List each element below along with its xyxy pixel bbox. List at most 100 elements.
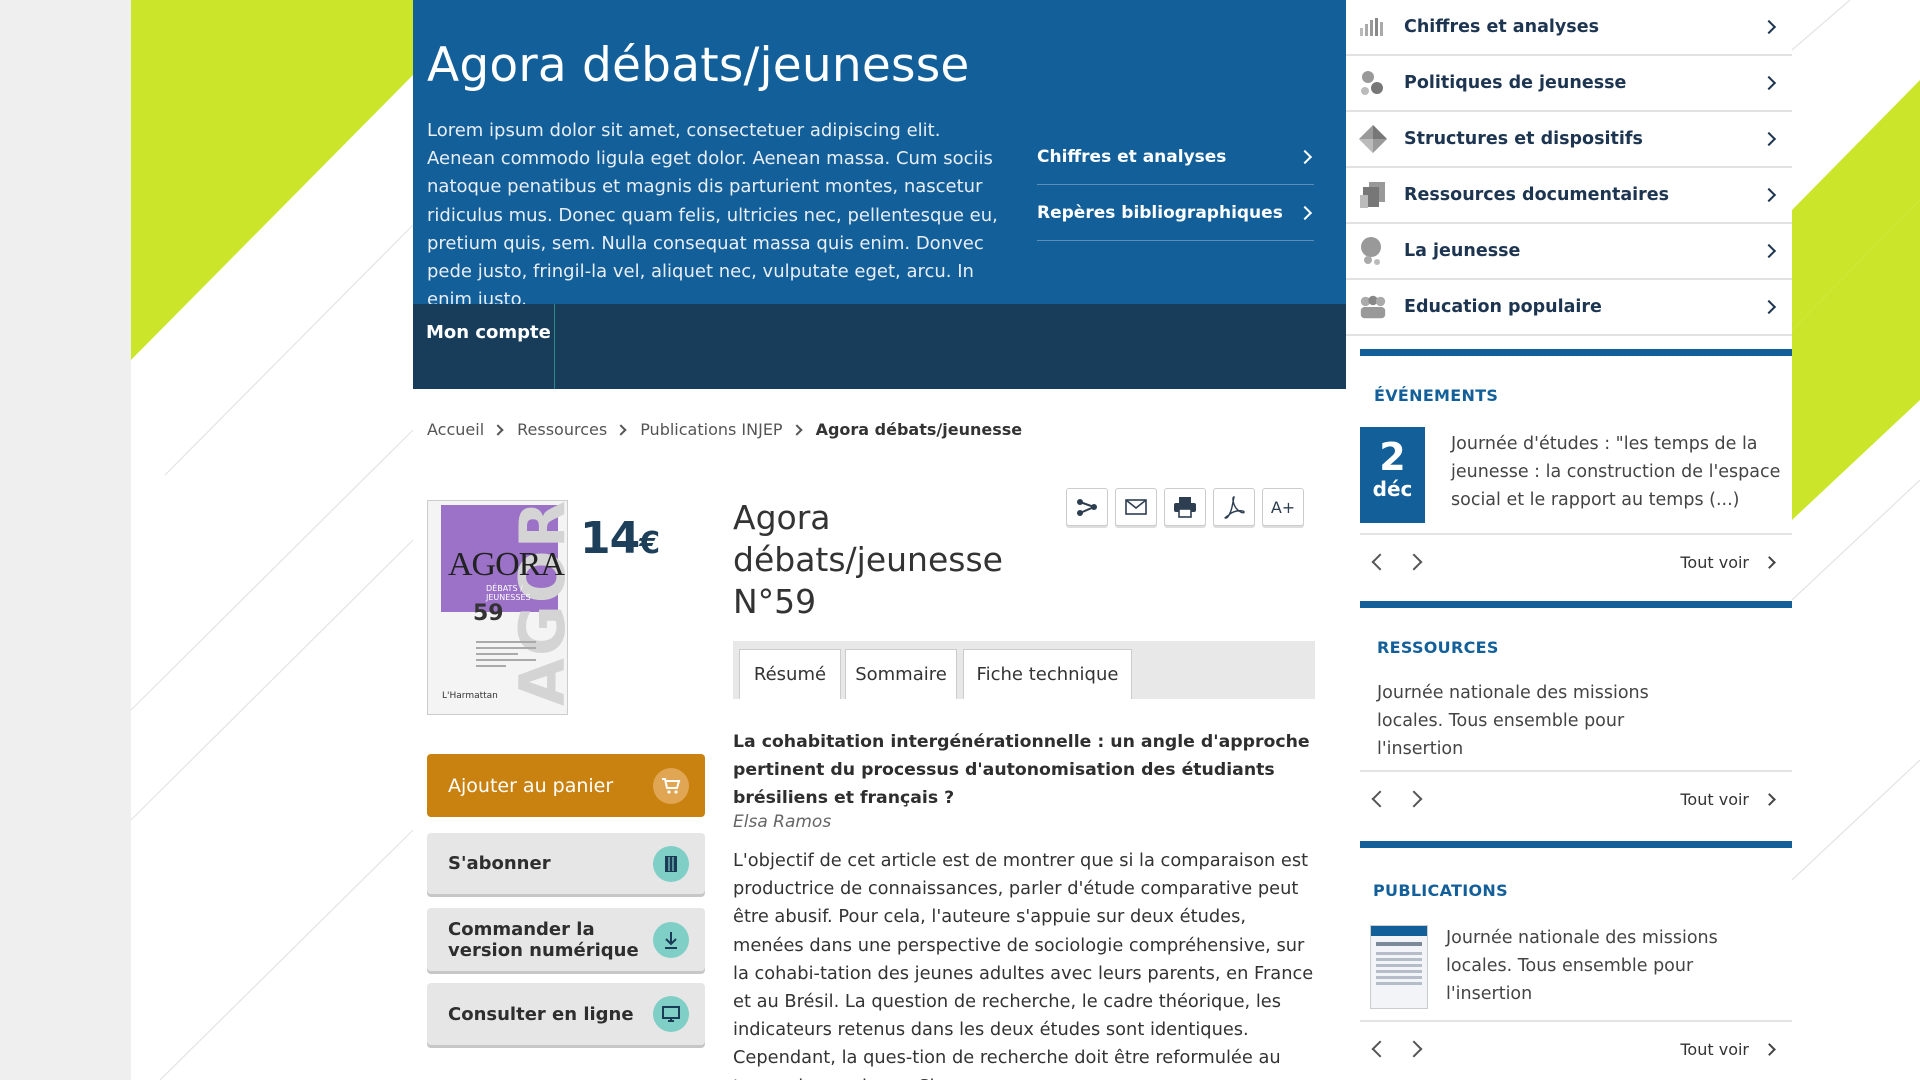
tab-label: Fiche technique bbox=[976, 664, 1119, 685]
previous-arrow-icon[interactable] bbox=[1371, 553, 1389, 571]
cover-ghost-title: AGORA bbox=[506, 500, 568, 706]
chevron-right-icon bbox=[492, 423, 504, 436]
sidebar-item-education[interactable]: Education populaire bbox=[1346, 280, 1792, 336]
next-arrow-icon[interactable] bbox=[1405, 1040, 1423, 1058]
print-icon[interactable] bbox=[1164, 488, 1206, 526]
my-account-link[interactable]: Mon compte bbox=[413, 304, 555, 389]
documents-icon bbox=[1358, 180, 1388, 210]
sidebar-item-chiffres[interactable]: Chiffres et analyses bbox=[1346, 0, 1792, 56]
order-digital-label: Commander la version numérique bbox=[448, 919, 639, 961]
page-title: Agora débats/jeunesse bbox=[427, 38, 970, 93]
article-author: Elsa Ramos bbox=[733, 812, 832, 832]
price-value: 14 bbox=[580, 513, 640, 564]
add-to-cart-button[interactable]: Ajouter au panier bbox=[427, 754, 705, 817]
cover-title: AGORA bbox=[448, 546, 565, 583]
hero-link-label: Chiffres et analyses bbox=[1037, 146, 1227, 167]
book-cover[interactable]: AGORA AGORA DÉBATS / JEUNESSES 59 L'Harm… bbox=[427, 500, 568, 715]
article-title-number: N°59 bbox=[733, 582, 817, 621]
chevron-right-icon bbox=[790, 423, 803, 436]
mail-icon[interactable] bbox=[1115, 488, 1157, 526]
resources-panel: RESSOURCES Journée nationale des mission… bbox=[1360, 601, 1792, 826]
tab-sommaire[interactable]: Sommaire bbox=[845, 649, 957, 699]
order-digital-button[interactable]: Commander la version numérique bbox=[427, 908, 705, 971]
sidebar-item-label: Education populaire bbox=[1404, 297, 1602, 317]
cover-publisher: L'Harmattan bbox=[442, 691, 498, 701]
previous-arrow-icon[interactable] bbox=[1371, 790, 1389, 808]
chevron-right-icon bbox=[1763, 1042, 1776, 1056]
molecule-icon bbox=[1358, 68, 1388, 98]
add-to-cart-label: Ajouter au panier bbox=[448, 774, 614, 797]
price: 14€ bbox=[580, 513, 660, 564]
see-all-label: Tout voir bbox=[1680, 1039, 1749, 1059]
breadcrumb-publications[interactable]: Publications INJEP bbox=[640, 420, 782, 439]
resources-title: RESSOURCES bbox=[1377, 638, 1499, 657]
event-month: déc bbox=[1372, 477, 1413, 501]
pdf-icon[interactable] bbox=[1213, 488, 1255, 526]
article-title-line: débats/jeunesse bbox=[733, 540, 1003, 579]
event-date-badge[interactable]: 2 déc bbox=[1360, 427, 1425, 523]
article-title: Agora débats/jeunesse N°59 bbox=[733, 497, 1033, 623]
chevron-right-icon bbox=[1761, 243, 1777, 259]
subscribe-label: S'abonner bbox=[448, 853, 551, 874]
monitor-icon bbox=[653, 996, 689, 1032]
sidebar-item-label: Politiques de jeunesse bbox=[1404, 73, 1627, 93]
see-all-link[interactable]: Tout voir bbox=[1680, 553, 1776, 572]
chevron-right-icon bbox=[1297, 205, 1313, 220]
tab-resume[interactable]: Résumé bbox=[739, 649, 841, 699]
tab-label: Sommaire bbox=[855, 664, 947, 685]
previous-arrow-icon[interactable] bbox=[1371, 1040, 1389, 1058]
sidebar-item-label: La jeunesse bbox=[1404, 241, 1521, 261]
chevron-right-icon bbox=[1761, 299, 1777, 315]
chevron-right-icon bbox=[1761, 131, 1777, 147]
chevron-right-icon bbox=[615, 423, 627, 436]
sidebar-item-structures[interactable]: Structures et dispositifs bbox=[1346, 112, 1792, 168]
sidebar-item-label: Structures et dispositifs bbox=[1404, 129, 1643, 149]
article-heading: La cohabitation intergénérationnelle : u… bbox=[733, 732, 1310, 808]
next-arrow-icon[interactable] bbox=[1405, 790, 1423, 808]
navigation-bar: Mon compte bbox=[413, 304, 1346, 389]
see-all-link[interactable]: Tout voir bbox=[1680, 789, 1776, 809]
breadcrumb-resources[interactable]: Ressources bbox=[517, 420, 607, 439]
article-title-line: Agora bbox=[733, 498, 831, 537]
see-all-label: Tout voir bbox=[1680, 789, 1749, 809]
resources-footer: Tout voir bbox=[1360, 770, 1792, 826]
chevron-right-icon bbox=[1761, 187, 1777, 203]
share-icon[interactable] bbox=[1066, 488, 1108, 526]
sidebar-menu: Chiffres et analyses Politiques de jeune… bbox=[1346, 0, 1792, 336]
bar-chart-icon bbox=[1358, 12, 1388, 42]
sidebar-item-label: Ressources documentaires bbox=[1404, 185, 1670, 205]
sidebar-item-label: Chiffres et analyses bbox=[1404, 17, 1599, 37]
subscribe-button[interactable]: S'abonner bbox=[427, 833, 705, 894]
cart-icon bbox=[653, 767, 689, 804]
sidebar-item-politiques[interactable]: Politiques de jeunesse bbox=[1346, 56, 1792, 112]
hero-link-reperes[interactable]: Repères bibliographiques bbox=[1037, 185, 1314, 241]
event-text[interactable]: Journée d'études : "les temps de la jeun… bbox=[1451, 430, 1781, 515]
publications-panel: PUBLICATIONS Journée nationale des missi… bbox=[1360, 841, 1792, 1076]
hero-link-label: Repères bibliographiques bbox=[1037, 202, 1283, 223]
read-online-label: Consulter en ligne bbox=[448, 1003, 634, 1025]
publication-thumbnail[interactable] bbox=[1370, 925, 1428, 1009]
tab-label: Résumé bbox=[753, 664, 827, 685]
hero-banner: Agora débats/jeunesse Lorem ipsum dolor … bbox=[413, 0, 1346, 310]
event-day: 2 bbox=[1379, 435, 1406, 479]
breadcrumb: Accueil Ressources Publications INJEP Ag… bbox=[427, 420, 1022, 439]
font-size-icon[interactable]: A+ bbox=[1262, 488, 1304, 526]
article-toolbar: A+ bbox=[1066, 488, 1304, 526]
article-body: L'objectif de cet article est de montrer… bbox=[733, 850, 1314, 1080]
sidebar-item-jeunesse[interactable]: La jeunesse bbox=[1346, 224, 1792, 280]
publications-footer: Tout voir bbox=[1360, 1020, 1792, 1076]
breadcrumb-home[interactable]: Accueil bbox=[427, 420, 484, 439]
hero-link-chiffres[interactable]: Chiffres et analyses bbox=[1037, 129, 1314, 185]
next-arrow-icon[interactable] bbox=[1405, 553, 1423, 571]
sidebar-item-ressources[interactable]: Ressources documentaires bbox=[1346, 168, 1792, 224]
resource-text[interactable]: Journée nationale des missions locales. … bbox=[1377, 679, 1667, 764]
publications-title: PUBLICATIONS bbox=[1373, 881, 1508, 900]
events-title: ÉVÉNEMENTS bbox=[1374, 386, 1499, 405]
hero-description: Lorem ipsum dolor sit amet, consectetuer… bbox=[427, 120, 998, 311]
see-all-link[interactable]: Tout voir bbox=[1680, 1039, 1776, 1059]
read-online-button[interactable]: Consulter en ligne bbox=[427, 983, 705, 1045]
cover-text-lines bbox=[476, 641, 536, 671]
people-icon bbox=[1358, 292, 1388, 322]
publication-text[interactable]: Journée nationale des missions locales. … bbox=[1446, 924, 1736, 1009]
tab-fiche-technique[interactable]: Fiche technique bbox=[963, 649, 1132, 699]
